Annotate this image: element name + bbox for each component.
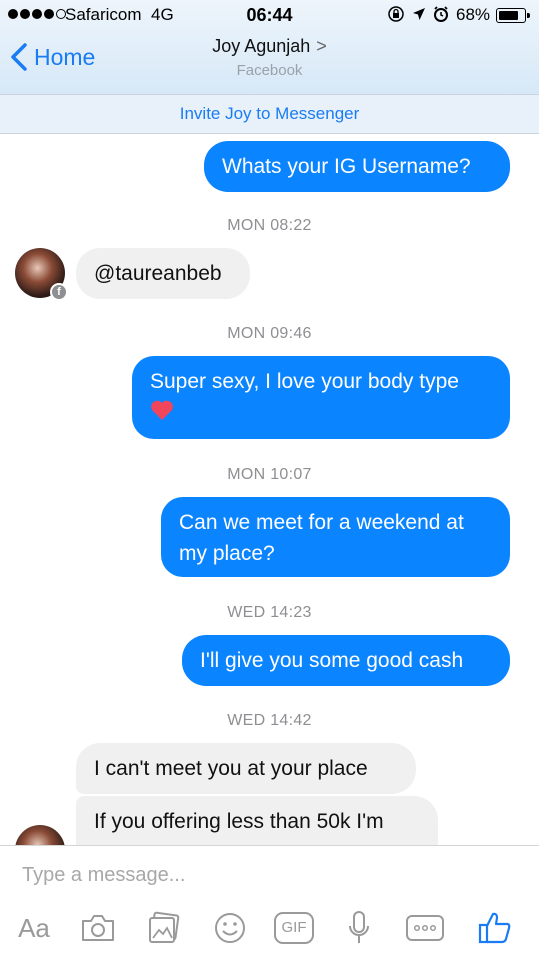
message-timestamp: MON 10:07 <box>227 466 312 483</box>
message-bubble-incoming[interactable]: @taureanbeb <box>76 248 250 299</box>
message-timestamp: WED 14:42 <box>227 712 312 729</box>
battery-percentage: 68% <box>456 5 491 24</box>
message-bubble-outgoing[interactable]: Whats your IG Username? <box>204 141 510 192</box>
message-input[interactable] <box>22 864 512 887</box>
more-icon[interactable] <box>404 908 446 948</box>
contact-header[interactable]: Joy Agunjah > Facebook <box>0 36 539 79</box>
camera-icon[interactable] <box>78 908 118 948</box>
message-bubble-outgoing[interactable]: Super sexy, I love your body type <box>132 356 510 439</box>
facebook-icon: f <box>50 283 68 301</box>
composer: Aa GIF <box>0 845 539 960</box>
message-bubble-outgoing[interactable]: Can we meet for a weekend at my place? <box>161 497 510 577</box>
contact-name: Joy Agunjah <box>212 36 311 56</box>
heart-emoji-icon <box>151 400 173 420</box>
emoji-icon[interactable] <box>210 908 250 948</box>
message-bubble-incoming[interactable]: If you offering less than 50k I'm <box>76 796 438 845</box>
message-timestamp: MON 09:46 <box>227 325 312 342</box>
status-bar: Safaricom 4G 06:44 68% <box>0 0 539 30</box>
microphone-icon[interactable] <box>342 908 376 948</box>
text-format-icon[interactable]: Aa <box>12 908 56 948</box>
message-bubble-incoming[interactable]: I can't meet you at your place <box>76 743 416 794</box>
message-timestamp: WED 14:23 <box>227 604 312 621</box>
alarm-icon <box>434 6 448 22</box>
message-thread[interactable]: Whats your IG Username? MON 08:22 f @tau… <box>0 135 539 845</box>
gallery-icon[interactable] <box>144 908 184 948</box>
message-bubble-outgoing[interactable]: I'll give you some good cash <box>182 635 510 686</box>
location-icon <box>413 8 425 20</box>
invite-banner[interactable]: Invite Joy to Messenger <box>0 94 539 134</box>
rotation-lock-icon <box>388 6 404 22</box>
message-timestamp: MON 08:22 <box>227 217 312 234</box>
contact-subtitle: Facebook <box>236 62 303 79</box>
like-icon[interactable] <box>475 908 515 948</box>
contact-avatar[interactable] <box>15 825 65 845</box>
battery-icon <box>496 8 530 23</box>
gif-icon[interactable]: GIF <box>273 908 315 948</box>
top-bar: Safaricom 4G 06:44 68% Home Joy Agunjah … <box>0 0 539 94</box>
composer-toolbar: Aa GIF <box>0 908 539 952</box>
chevron-right-icon: > <box>316 36 327 56</box>
